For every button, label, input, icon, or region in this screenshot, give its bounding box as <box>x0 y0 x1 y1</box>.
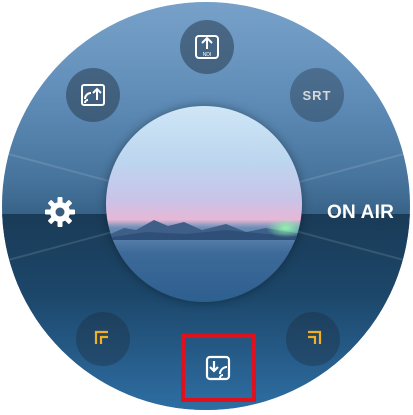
cast-upload-button[interactable] <box>66 68 120 122</box>
srt-button[interactable]: SRT <box>290 68 344 122</box>
corner-bracket-left-icon <box>92 328 114 350</box>
gear-icon <box>42 194 78 230</box>
corner-bracket-right-icon <box>302 328 324 350</box>
preview-horizon-glow <box>266 218 302 238</box>
corner-left-button[interactable] <box>76 312 130 366</box>
ndi-caption: NDI <box>203 52 212 58</box>
selection-highlight <box>181 334 256 402</box>
ndi-upload-icon: NDI <box>193 33 221 61</box>
corner-right-button[interactable] <box>286 312 340 366</box>
ndi-upload-button[interactable]: NDI <box>180 20 234 74</box>
on-air-button[interactable]: ON AIR <box>327 202 394 224</box>
srt-icon: SRT <box>302 87 332 103</box>
preview-disc <box>106 106 302 302</box>
settings-button[interactable] <box>33 185 87 239</box>
cast-upload-icon <box>79 81 107 109</box>
